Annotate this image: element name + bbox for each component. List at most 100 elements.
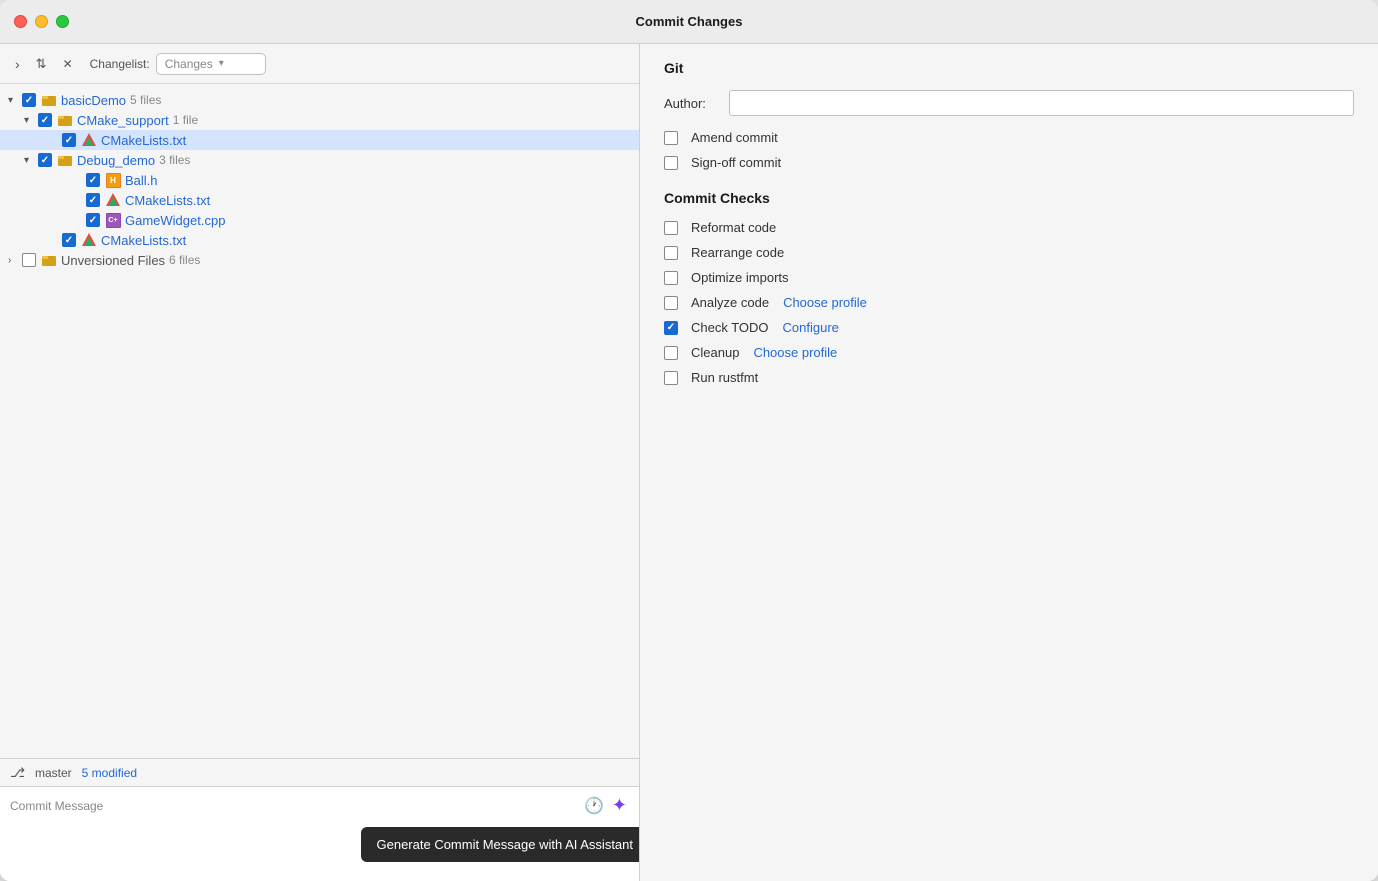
titlebar: Commit Changes: [0, 0, 1378, 44]
main-content: › ⇅ ✕ Changelist: Changes ▾ ▾: [0, 44, 1378, 881]
cmake-icon: [81, 232, 97, 248]
configure-button[interactable]: Configure: [783, 320, 839, 335]
cleanup-label: Cleanup: [691, 345, 739, 360]
file-count: 3 files: [159, 153, 190, 167]
file-name: Ball.h: [125, 173, 158, 188]
amend-commit-row: Amend commit: [664, 130, 1354, 145]
file-count: 1 file: [173, 113, 198, 127]
cpp-icon: C+: [105, 212, 121, 228]
checkbox-basicdemo[interactable]: [22, 93, 36, 107]
collapse-icon: ✕: [63, 57, 73, 71]
reformat-row: Reformat code: [664, 220, 1354, 235]
commit-message-label: Commit Message: [10, 799, 103, 813]
list-item[interactable]: › Unversioned Files 6 files: [0, 250, 639, 270]
file-name: CMakeLists.txt: [101, 133, 186, 148]
checkbox-cmakelists2[interactable]: [86, 193, 100, 207]
close-button[interactable]: [14, 15, 27, 28]
list-item[interactable]: ▾ Debug_demo 3 files: [0, 150, 639, 170]
chevron-right-icon: ›: [8, 255, 22, 266]
commit-message-area: Commit Message 🕐 ✦ Generate Commit Messa…: [0, 786, 639, 881]
commit-message-header: Commit Message 🕐 ✦ Generate Commit Messa…: [0, 787, 639, 820]
checkbox-gamewidget[interactable]: [86, 213, 100, 227]
reformat-checkbox[interactable]: [664, 221, 678, 235]
expand-button[interactable]: ›: [10, 53, 25, 75]
checkbox-cmake-support[interactable]: [38, 113, 52, 127]
history-icon: 🕐: [584, 798, 604, 815]
right-panel: Git Author: Amend commit Sign-off commit…: [640, 44, 1378, 881]
commit-checks-title: Commit Checks: [664, 190, 1354, 206]
sign-off-label: Sign-off commit: [691, 155, 781, 170]
git-branch-icon: ⎇: [10, 765, 25, 781]
ai-generate-button[interactable]: ✦: [610, 793, 629, 818]
check-todo-checkbox[interactable]: [664, 321, 678, 335]
maximize-button[interactable]: [56, 15, 69, 28]
author-label: Author:: [664, 96, 719, 111]
folder-icon: [57, 152, 73, 168]
choose-profile-1-button[interactable]: Choose profile: [783, 295, 867, 310]
checkbox-ball-h[interactable]: [86, 173, 100, 187]
cmake-icon: [105, 192, 121, 208]
dropdown-chevron-icon: ▾: [219, 58, 224, 69]
choose-profile-2-button[interactable]: Choose profile: [753, 345, 837, 360]
file-name: CMakeLists.txt: [101, 233, 186, 248]
sort-icon: ⇅: [36, 56, 47, 72]
analyze-row: Analyze code Choose profile: [664, 295, 1354, 310]
folder-icon: [57, 112, 73, 128]
toolbar: › ⇅ ✕ Changelist: Changes ▾: [0, 44, 639, 84]
collapse-button[interactable]: ✕: [58, 54, 78, 74]
list-item[interactable]: ▾ H Ball.h: [0, 170, 639, 190]
minimize-button[interactable]: [35, 15, 48, 28]
sign-off-row: Sign-off commit: [664, 155, 1354, 170]
checkbox-cmakelists3[interactable]: [62, 233, 76, 247]
file-name: Unversioned Files: [61, 253, 165, 268]
list-item[interactable]: ▾ CMakeLists.txt: [0, 190, 639, 210]
checkbox-cmakelists1[interactable]: [62, 133, 76, 147]
rearrange-row: Rearrange code: [664, 245, 1354, 260]
ai-tooltip: Generate Commit Message with AI Assistan…: [361, 827, 641, 862]
traffic-lights: [14, 15, 69, 28]
changelist-dropdown[interactable]: Changes ▾: [156, 53, 266, 75]
main-window: Commit Changes › ⇅ ✕ Changelist: Changes…: [0, 0, 1378, 881]
analyze-checkbox[interactable]: [664, 296, 678, 310]
file-name: CMake_support: [77, 113, 169, 128]
optimize-checkbox[interactable]: [664, 271, 678, 285]
sort-button[interactable]: ⇅: [31, 53, 52, 75]
chevron-down-icon: ▾: [24, 155, 38, 166]
list-item[interactable]: ▾ basicDemo 5 files: [0, 90, 639, 110]
commit-checks-section: Commit Checks Reformat code Rearrange co…: [664, 190, 1354, 385]
analyze-label: Analyze code: [691, 295, 769, 310]
commit-history-button[interactable]: 🕐: [582, 794, 606, 818]
chevron-down-icon: ▾: [8, 95, 22, 106]
git-section-title: Git: [664, 60, 1354, 76]
run-rustfmt-checkbox[interactable]: [664, 371, 678, 385]
author-row: Author:: [664, 90, 1354, 116]
folder-icon: [41, 92, 57, 108]
list-item[interactable]: ▾ CMakeLists.txt: [0, 130, 639, 150]
changelist-value: Changes: [165, 57, 213, 71]
sign-off-checkbox[interactable]: [664, 156, 678, 170]
chevron-right-icon: ›: [15, 56, 20, 72]
checkbox-debug-demo[interactable]: [38, 153, 52, 167]
check-todo-row: Check TODO Configure: [664, 320, 1354, 335]
commit-message-actions: 🕐 ✦ Generate Commit Message with AI Assi…: [582, 793, 629, 818]
git-section: Git Author: Amend commit Sign-off commit: [664, 60, 1354, 170]
checkbox-unversioned[interactable]: [22, 253, 36, 267]
file-name: basicDemo: [61, 93, 126, 108]
file-name: GameWidget.cpp: [125, 213, 225, 228]
author-input[interactable]: [729, 90, 1354, 116]
list-item[interactable]: ▾ CMake_support 1 file: [0, 110, 639, 130]
cleanup-checkbox[interactable]: [664, 346, 678, 360]
file-name: Debug_demo: [77, 153, 155, 168]
rearrange-checkbox[interactable]: [664, 246, 678, 260]
amend-commit-checkbox[interactable]: [664, 131, 678, 145]
list-item[interactable]: ▾ C+ GameWidget.cpp: [0, 210, 639, 230]
changelist-label: Changelist:: [90, 57, 150, 71]
cmake-icon: [81, 132, 97, 148]
branch-name: master: [35, 766, 72, 780]
status-bar: ⎇ master 5 modified: [0, 758, 639, 786]
run-rustfmt-label: Run rustfmt: [691, 370, 758, 385]
list-item[interactable]: ▾ CMakeLists.txt: [0, 230, 639, 250]
left-panel: › ⇅ ✕ Changelist: Changes ▾ ▾: [0, 44, 640, 881]
check-todo-label: Check TODO: [691, 320, 769, 335]
ai-button-container: ✦ Generate Commit Message with AI Assist…: [610, 793, 629, 818]
